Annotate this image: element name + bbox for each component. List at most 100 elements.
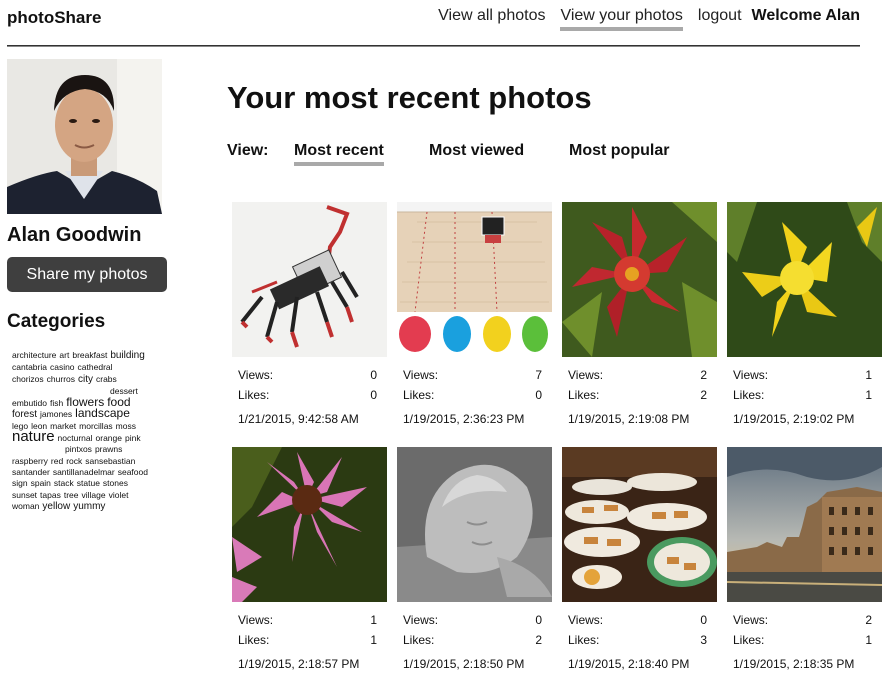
views-row: Views: 0 [568,613,707,627]
likes-row: Likes: 1 [733,633,872,647]
tag-red[interactable]: red [51,456,63,466]
likes-count: 3 [700,633,707,647]
likes-count: 0 [535,388,542,402]
photo-thumbnail[interactable] [397,447,552,602]
tag-chorizos[interactable]: chorizos [12,374,44,384]
tag-tree[interactable]: tree [64,490,79,500]
likes-count: 0 [370,388,377,402]
tag-landscape[interactable]: landscape [75,407,130,419]
photo-thumbnail[interactable] [232,202,387,357]
likes-count: 2 [700,388,707,402]
tag-santander[interactable]: santander [12,467,50,477]
photo-thumbnail[interactable] [727,447,882,602]
share-photos-button[interactable]: Share my photos [7,257,167,292]
views-label: Views: [733,613,769,627]
tag-nocturnal[interactable]: nocturnal [58,433,93,443]
tag-raspberry[interactable]: raspberry [12,456,48,466]
tag-rock[interactable]: rock [66,456,82,466]
views-row: Views: 7 [403,368,542,382]
photo-date: 1/19/2015, 2:18:50 PM [403,657,525,671]
likes-row: Likes: 0 [238,388,377,402]
tag-santillanadelmar[interactable]: santillanadelmar [53,467,115,477]
photo-thumbnail[interactable] [562,447,717,602]
views-count: 0 [370,368,377,382]
tag-jamones[interactable]: jamones [40,409,72,419]
tag-village[interactable]: village [82,490,106,500]
tag-forest[interactable]: forest [12,409,37,420]
tag-yellow[interactable]: yellow [42,501,70,512]
photo-thumbnail[interactable] [727,202,882,357]
likes-row: Likes: 1 [238,633,377,647]
tag-cantabria[interactable]: cantabria [12,362,47,372]
tag-morcillas[interactable]: morcillas [79,421,113,431]
likes-label: Likes: [238,633,270,647]
photo-thumbnail[interactable] [232,447,387,602]
views-count: 2 [865,613,872,627]
tab-most-popular[interactable]: Most popular [569,142,669,162]
tag-violet[interactable]: violet [109,490,129,500]
likes-row: Likes: 1 [733,388,872,402]
photo-date: 1/19/2015, 2:18:57 PM [238,657,360,671]
tag-fish[interactable]: fish [50,398,63,408]
views-count: 7 [535,368,542,382]
tag-sign[interactable]: sign [12,478,28,488]
views-label: Views: [238,613,274,627]
tag-stack[interactable]: stack [54,478,74,488]
tag-city[interactable]: city [78,374,93,385]
views-row: Views: 0 [238,368,377,382]
tag-seafood[interactable]: seafood [118,467,148,477]
tab-most-viewed[interactable]: Most viewed [429,142,524,162]
photo-thumbnail[interactable] [562,202,717,357]
tag-crabs[interactable]: crabs [96,374,117,384]
tag-nature[interactable]: nature [12,429,55,445]
tag-spain[interactable]: spain [31,478,51,488]
views-label: Views: [403,368,439,382]
photo-card: Views: 0 Likes: 2 1/19/2015, 2:18:50 PM [397,447,552,671]
likes-row: Likes: 0 [403,388,542,402]
tag-churros[interactable]: churros [47,374,75,384]
views-row: Views: 1 [733,368,872,382]
tag-embutido[interactable]: embutido [12,398,47,408]
likes-label: Likes: [568,388,600,402]
tag-tapas[interactable]: tapas [40,490,61,500]
tag-pintxos[interactable]: pintxos [65,444,92,454]
avatar [7,59,162,214]
tag-sunset[interactable]: sunset [12,490,37,500]
tab-most-recent[interactable]: Most recent [294,142,384,166]
likes-row: Likes: 3 [568,633,707,647]
views-row: Views: 0 [403,613,542,627]
nav-view-your-photos[interactable]: View your photos [560,7,683,31]
tag-breakfast[interactable]: breakfast [72,350,107,360]
photo-date: 1/19/2015, 2:19:02 PM [733,412,855,426]
brand-logo[interactable]: photoShare [7,8,101,28]
likes-row: Likes: 2 [568,388,707,402]
tag-pink[interactable]: pink [125,433,141,443]
tag-moss[interactable]: moss [116,421,136,431]
nav-logout[interactable]: logout [698,7,742,29]
tag-statue[interactable]: statue [77,478,100,488]
tag-architecture[interactable]: architecture [12,350,56,360]
likes-row: Likes: 2 [403,633,542,647]
likes-label: Likes: [733,388,765,402]
photo-thumbnail[interactable] [397,202,552,357]
views-label: Views: [568,613,604,627]
tag-casino[interactable]: casino [50,362,75,372]
tag-prawns[interactable]: prawns [95,444,122,454]
tag-yummy[interactable]: yummy [73,501,105,512]
view-label: View: [227,142,269,159]
photo-date: 1/19/2015, 2:36:23 PM [403,412,525,426]
tag-woman[interactable]: woman [12,501,39,511]
tag-sansebastian[interactable]: sansebastian [85,456,135,466]
views-count: 0 [535,613,542,627]
likes-count: 1 [865,633,872,647]
tag-cathedral[interactable]: cathedral [78,362,113,372]
nav-view-all-photos[interactable]: View all photos [438,7,545,29]
tag-orange[interactable]: orange [96,433,122,443]
photo-card: Views: 1 Likes: 1 1/19/2015, 2:19:02 PM [727,202,882,426]
tag-art[interactable]: art [59,350,69,360]
category-tag-cloud: architecture art breakfast building cantabr… [12,349,164,513]
likes-label: Likes: [238,388,270,402]
tag-building[interactable]: building [110,350,144,361]
tag-stones[interactable]: stones [103,478,128,488]
photo-date: 1/19/2015, 2:19:08 PM [568,412,690,426]
